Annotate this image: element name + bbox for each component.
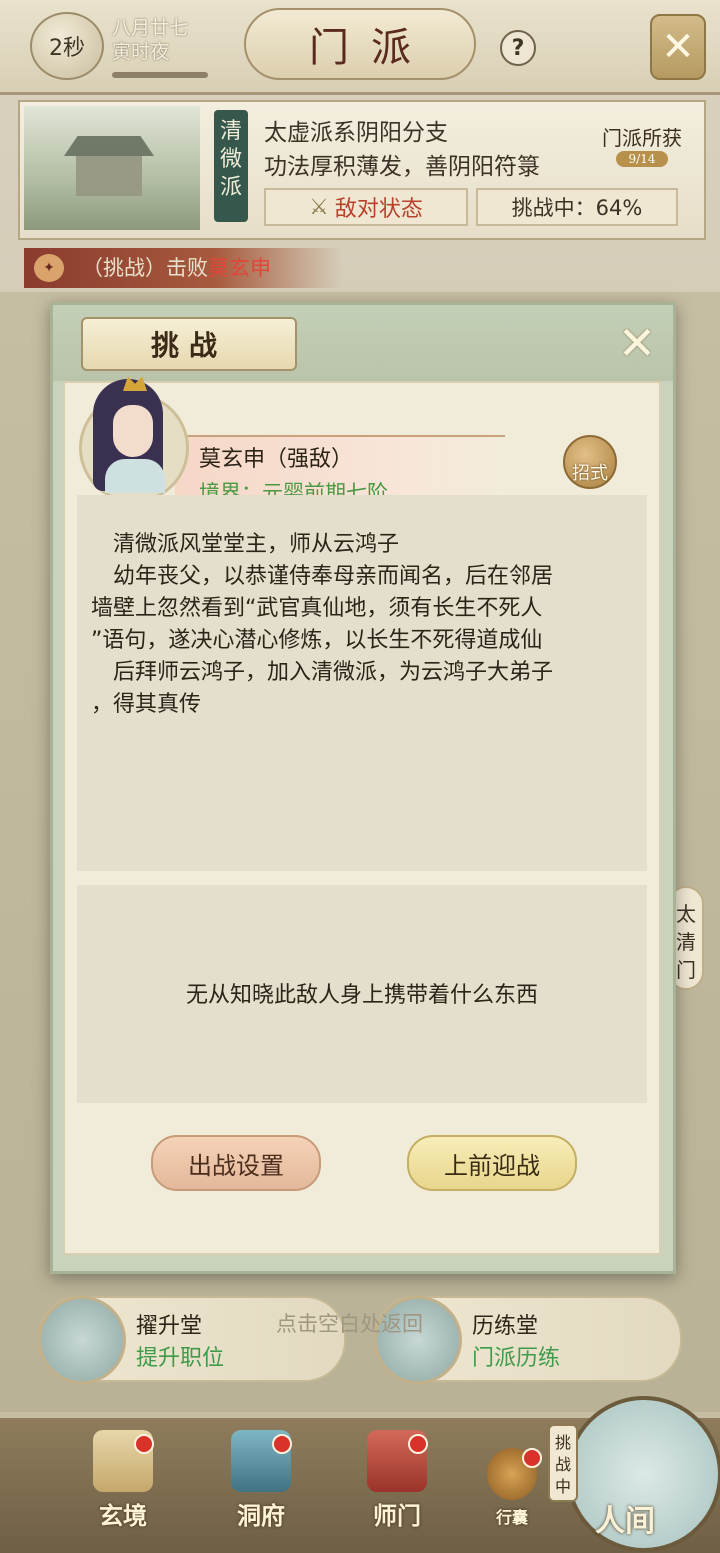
enemy-name: 莫玄申（强敌） [199,447,354,472]
enemy-description-panel: 清微派风堂堂主，师从云鸿子 幼年丧父，以恭谨侍奉母亲而闻名，后在邻居 墙壁上忽然… [77,495,647,871]
game-date: 八月廿七 寅时夜 [112,16,188,64]
description-line: 后拜师云鸿子，加入清微派，为云鸿子大弟子 [113,660,554,685]
roof-shape [64,136,154,156]
gains-count: 9/14 [616,151,668,167]
notice-enemy-name: 莫玄申 [208,256,271,280]
nav-xingnang[interactable]: 行囊 [472,1430,552,1540]
nav-shimen[interactable]: 师门 [352,1430,442,1540]
loot-unknown-text: 无从知晓此敌人身上携带着什么东西 [185,983,538,1008]
page-title: 门派 [244,8,476,80]
nav-label: 师门 [373,1501,421,1530]
top-bar: 2秒 八月廿七 寅时夜 门派 ? ✕ [0,0,720,95]
hostile-status-label: 敌对状态 [334,197,423,222]
battle-setup-button[interactable]: 出战设置 [151,1135,321,1191]
gains-label: 门派所获 [602,126,682,150]
dialog-header: 挑战 ✕ [53,305,673,381]
nav-label: 玄境 [99,1501,147,1530]
enemy-description: 清微派风堂堂主，师从云鸿子 幼年丧父，以恭谨侍奉母亲而闻名，后在邻居 墙壁上忽然… [91,529,641,721]
time-progress-bar [112,72,208,78]
dialog-title: 挑战 [81,317,297,371]
dialog-body: 莫玄申（强敌） 境界：元婴前期七阶 招式 清微派风堂堂主，师从云鸿子 幼年丧父，… [63,376,661,1255]
description-line: ”语句，遂决心潜心修炼，以长生不死得道成仙 [91,628,543,653]
nav-label: 行囊 [495,1508,528,1527]
sect-name-banner: 清微派 [214,110,248,222]
timer-badge: 2秒 [30,12,104,80]
avatar-robe [105,459,165,493]
battle-notice: ✦ （挑战）击败莫玄申 [24,248,342,288]
sect-info-card: 清微派 太虚派系阴阳分支 功法厚积薄发，善阴阳符箓 门派所获 9/14 ⚔ 敌对… [18,100,706,240]
nav-xuanjing[interactable]: 玄境 [78,1430,168,1540]
challenge-progress: 挑战中：64% [476,188,678,226]
notification-dot [522,1448,542,1468]
enemy-avatar [79,373,189,503]
date-line: 八月廿七 [112,17,189,39]
sect-description: 太虚派系阴阳分支 功法厚积薄发，善阴阳符箓 [264,116,540,184]
description-line: ，得其真传 [91,692,202,717]
hall-building-icon [38,1296,126,1384]
hall-name: 擢升堂 [136,1314,203,1339]
world-label: 人间 [595,1504,655,1539]
notification-dot [272,1434,292,1454]
description-line: 幼年丧父，以恭谨侍奉母亲而闻名，后在邻居 [113,564,554,589]
notification-dot [408,1434,428,1454]
notification-dot [134,1434,154,1454]
notice-prefix: （挑战）击败 [82,256,208,280]
hall-shape [76,156,142,196]
close-page-button[interactable]: ✕ [650,14,706,80]
help-button[interactable]: ? [500,30,536,66]
sect-lineage: 太虚派系阴阳分支 [264,120,448,146]
hall-name: 历练堂 [472,1314,539,1339]
hostile-status: ⚔ 敌对状态 [264,188,468,226]
sect-scene-image [24,106,200,230]
avatar-face [113,405,153,457]
dismiss-hint: 点击空白处返回 [276,1312,423,1336]
challenge-dialog: 挑战 ✕ 莫玄申（强敌） 境界：元婴前期七阶 招式 清微派风堂堂主，师从云鸿子 … [50,302,676,1274]
description-line: 清微派风堂堂主，师从云鸿子 [113,532,400,557]
description-line: 墙壁上忽然看到“武官真仙地，须有长生不死人 [91,596,543,621]
battle-icon: ✦ [34,254,64,282]
hall-action: 提升职位 [136,1346,225,1371]
engage-battle-button[interactable]: 上前迎战 [407,1135,577,1191]
world-status-tag: 挑战中 [548,1424,578,1502]
nav-label: 洞府 [237,1501,285,1530]
sect-gains-button[interactable]: 门派所获 9/14 [586,122,698,178]
skills-button[interactable]: 招式 [563,435,617,489]
sect-traits: 功法厚积薄发，善阴阳符箓 [264,154,540,180]
enemy-loot-panel: 无从知晓此敌人身上携带着什么东西 [77,885,647,1103]
crossed-swords-icon: ⚔ [309,194,329,220]
nav-dongfu[interactable]: 洞府 [216,1430,306,1540]
time-of-day: 寅时夜 [112,41,170,63]
close-icon[interactable]: ✕ [615,320,659,366]
hall-action: 门派历练 [472,1346,561,1371]
